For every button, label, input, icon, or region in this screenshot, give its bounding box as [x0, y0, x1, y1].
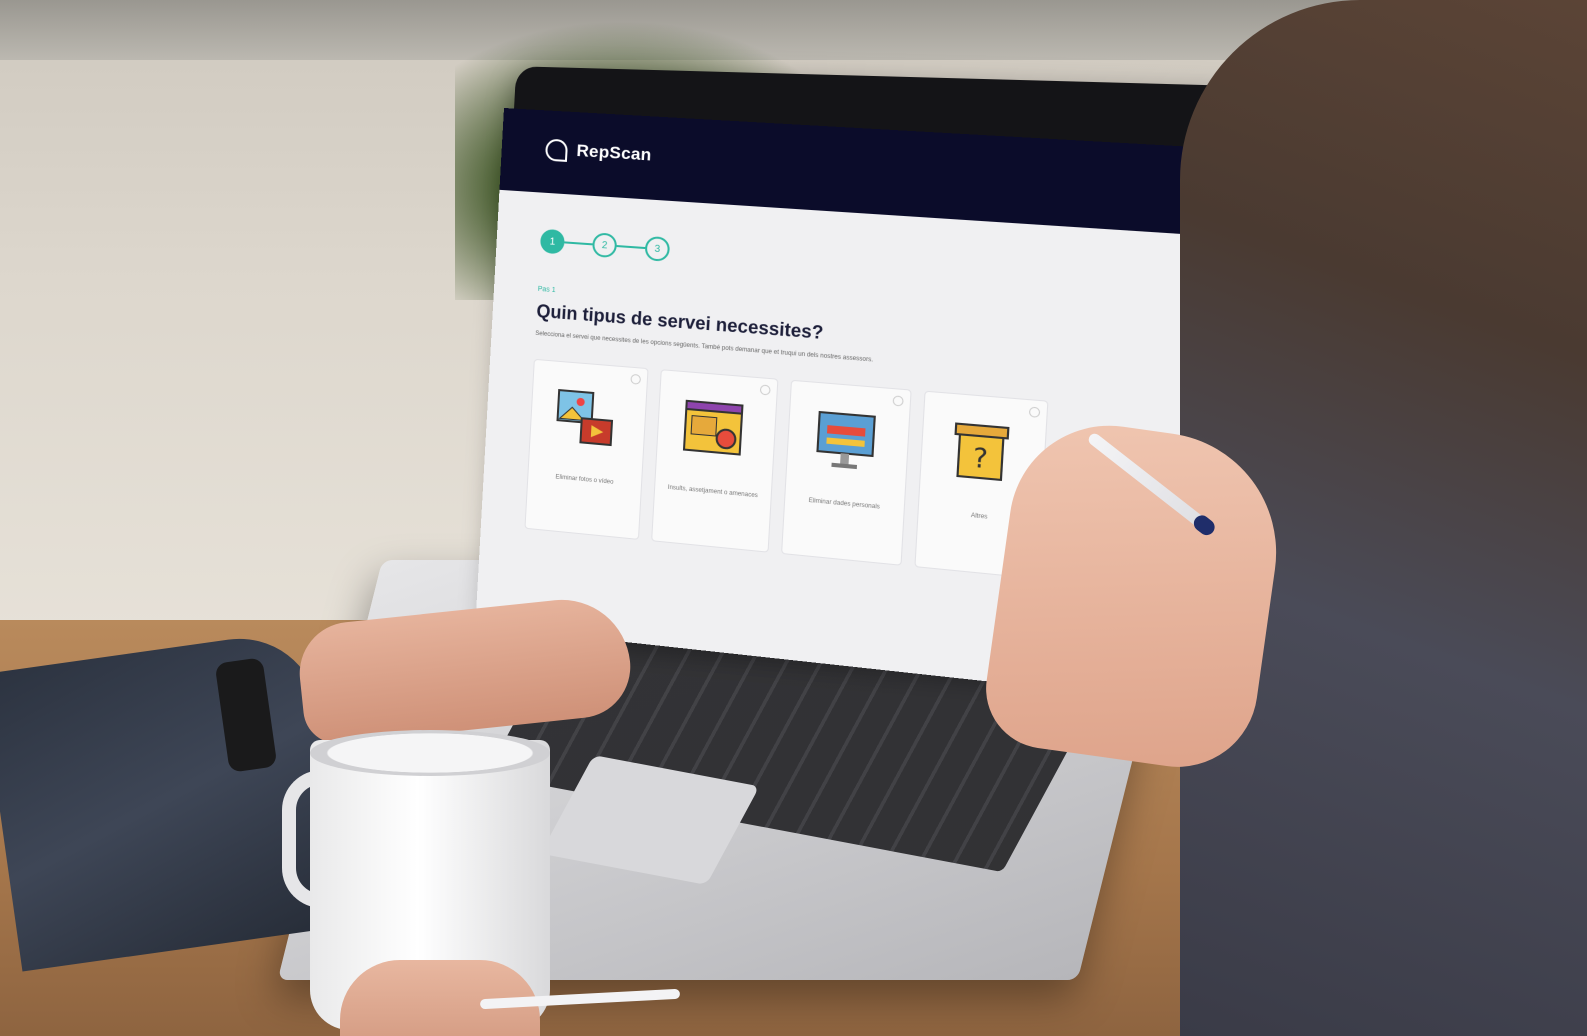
- browser-threat-icon: [679, 394, 749, 465]
- photo-scene: RepScan 1 2 3 Pas 1 Quin tipus de servei…: [0, 0, 1587, 1036]
- step-connector: [616, 245, 646, 250]
- card-label: Insults, assetjament o amenaces: [667, 484, 758, 500]
- card-radio[interactable]: [892, 395, 904, 407]
- step-3[interactable]: 3: [644, 235, 671, 262]
- image-video-icon: [552, 384, 620, 454]
- logo-mark-icon: [544, 138, 569, 162]
- service-card-photos[interactable]: Eliminar fotos o vídeo: [524, 358, 649, 540]
- card-radio[interactable]: [759, 384, 771, 396]
- step-1[interactable]: 1: [539, 228, 566, 255]
- step-label: Pas 1: [537, 285, 556, 295]
- repscan-logo[interactable]: RepScan: [544, 138, 653, 168]
- card-label: Eliminar fotos o vídeo: [555, 474, 614, 486]
- service-card-personal-data[interactable]: Eliminar dades personals: [781, 379, 912, 566]
- card-label: Eliminar dades personals: [808, 497, 881, 511]
- wizard-stepper: 1 2 3: [539, 228, 671, 262]
- service-options: Eliminar fotos o vídeo Insults, assetjam…: [524, 358, 1049, 580]
- mug-rim: [310, 730, 550, 776]
- logo-text: RepScan: [575, 140, 653, 165]
- card-radio[interactable]: [630, 373, 642, 385]
- service-card-harassment[interactable]: Insults, assetjament o amenaces: [651, 369, 779, 553]
- step-connector: [564, 241, 593, 246]
- monitor-data-icon: [810, 405, 881, 470]
- step-2[interactable]: 2: [591, 232, 618, 259]
- card-radio[interactable]: [1028, 406, 1041, 418]
- svg-text:?: ?: [972, 443, 989, 476]
- question-box-icon: ?: [944, 417, 1017, 490]
